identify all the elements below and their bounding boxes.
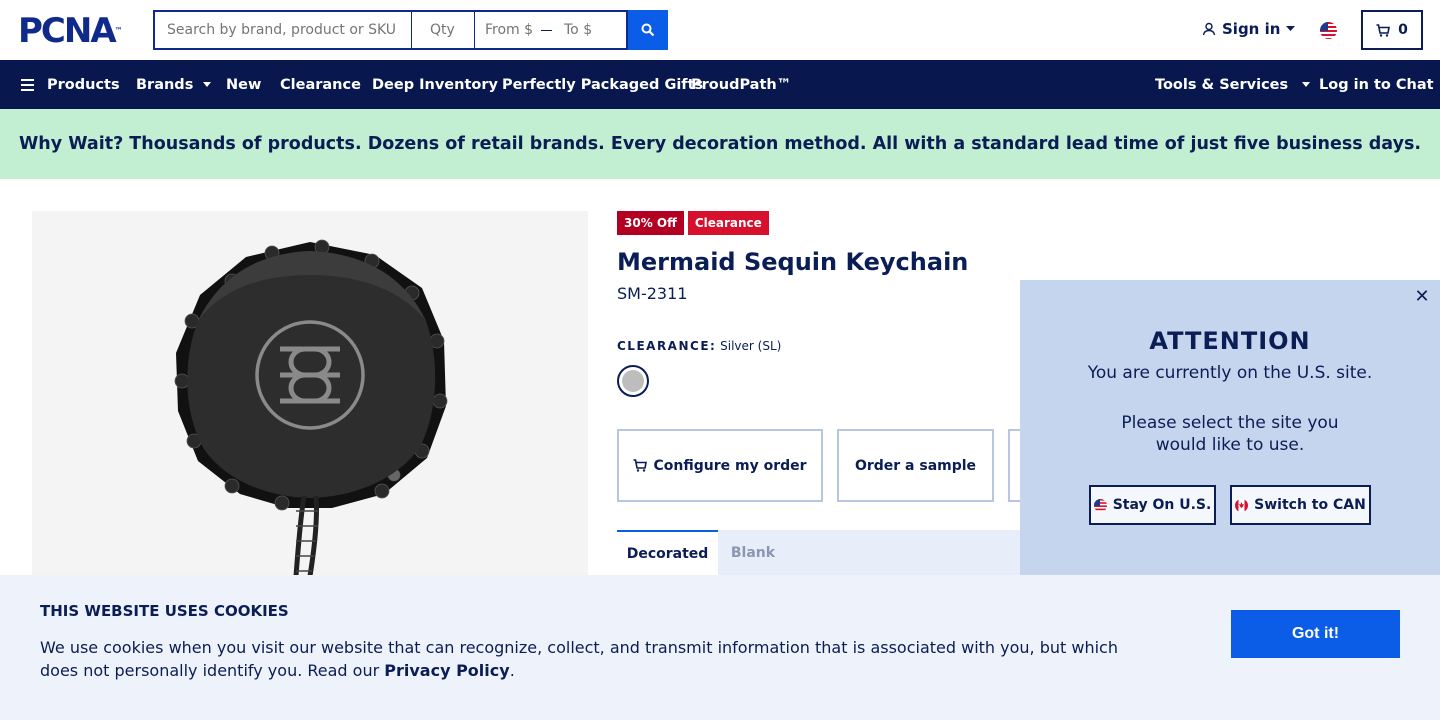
product-sku: SM-2311 — [617, 284, 688, 303]
cookie-banner: THIS WEBSITE USES COOKIES We use cookies… — [0, 575, 1440, 720]
cart-button[interactable]: 0 — [1361, 10, 1423, 50]
pcna-logo[interactable]: PCNA™ — [18, 14, 123, 48]
price-to-input[interactable] — [564, 22, 616, 38]
configure-order-label: Configure my order — [653, 457, 807, 474]
cart-icon — [1376, 23, 1391, 37]
modal-title: ATTENTION — [1149, 327, 1311, 355]
modal-instruction: Please select the site you would like to… — [1121, 413, 1339, 455]
color-swatch-silver[interactable] — [617, 365, 649, 397]
nav-clearance[interactable]: Clearance — [280, 60, 361, 109]
discount-badge: 30% Off — [617, 211, 684, 235]
nav-brands-label: Brands — [136, 76, 194, 93]
nav-new-label: New — [226, 76, 262, 93]
color-label: CLEARANCE: Silver (SL) — [617, 339, 781, 353]
caret-down-icon — [1286, 26, 1296, 31]
order-sample-label: Order a sample — [854, 457, 977, 474]
nav-tools-label: Tools & Services — [1155, 76, 1289, 93]
caret-down-icon — [1302, 82, 1311, 87]
modal-current-site: You are currently on the U.S. site. — [1087, 363, 1373, 383]
qty-input[interactable] — [411, 10, 474, 50]
cart-icon — [633, 459, 648, 472]
nav-products[interactable]: Products — [21, 60, 120, 109]
tab-decorated-label: Decorated — [626, 545, 709, 562]
cart-count: 0 — [1398, 22, 1408, 38]
accept-cookies-button[interactable]: Got it! — [1231, 610, 1400, 658]
color-heading: CLEARANCE: — [617, 339, 717, 353]
nav-packaged-gifts[interactable]: Perfectly Packaged Gifts — [502, 60, 703, 109]
decoration-tabs: Decorated Blank — [617, 530, 1020, 575]
color-value: Silver (SL) — [720, 339, 782, 353]
clearance-badge: Clearance — [687, 211, 769, 235]
configure-order-button[interactable]: Configure my order — [617, 429, 823, 502]
nav-proudpath[interactable]: ProudPath™ — [691, 60, 791, 109]
stay-us-label: Stay On U.S. — [1112, 497, 1212, 513]
search-bar — [153, 10, 668, 50]
product-image[interactable] — [32, 211, 588, 611]
us-flag-icon[interactable] — [1320, 22, 1337, 39]
search-button[interactable] — [628, 10, 668, 50]
tab-blank[interactable]: Blank — [718, 530, 788, 575]
sign-in-label: Sign in — [1222, 20, 1281, 38]
site-header: PCNA™ Sign in — [0, 0, 1440, 60]
order-sample-button[interactable]: Order a sample — [837, 429, 994, 502]
promo-banner-text: Why Wait? Thousands of products. Dozens … — [18, 134, 1422, 154]
cookie-title: THIS WEBSITE USES COOKIES — [40, 602, 289, 620]
logo-tm: ™ — [114, 26, 123, 35]
price-dash — [541, 29, 552, 31]
caret-down-icon — [203, 82, 212, 87]
promo-banner: Why Wait? Thousands of products. Dozens … — [0, 109, 1440, 179]
canada-flag-icon — [1235, 498, 1249, 512]
close-icon[interactable]: ✕ — [1414, 288, 1430, 306]
product-title: Mermaid Sequin Keychain — [617, 248, 969, 276]
logo-text: PCNA — [18, 11, 117, 51]
nav-products-label: Products — [47, 76, 120, 93]
nav-brands[interactable]: Brands — [136, 60, 212, 109]
user-icon — [1202, 22, 1216, 36]
nav-tools-services[interactable]: Tools & Services — [1155, 60, 1311, 109]
search-input[interactable] — [153, 10, 411, 50]
main-nav: Products Brands New Clearance Deep Inven… — [0, 60, 1440, 109]
nav-proudpath-label: ProudPath™ — [691, 76, 792, 93]
swatch-fill — [622, 370, 644, 392]
nav-deep-inventory[interactable]: Deep Inventory — [372, 60, 498, 109]
nav-clearance-label: Clearance — [280, 76, 361, 93]
privacy-policy-link[interactable]: Privacy Policy — [384, 661, 509, 680]
cookie-text: We use cookies when you visit our websit… — [40, 636, 1140, 682]
tab-blank-label: Blank — [730, 544, 776, 561]
switch-can-button[interactable]: Switch to CAN — [1230, 485, 1371, 525]
product-badges: 30% Off Clearance — [617, 211, 769, 235]
nav-deep-inventory-label: Deep Inventory — [372, 76, 498, 93]
stay-us-button[interactable]: Stay On U.S. — [1089, 485, 1216, 525]
region-select-modal: ✕ ATTENTION You are currently on the U.S… — [1020, 280, 1440, 575]
sign-in-menu[interactable]: Sign in — [1202, 20, 1296, 38]
nav-chat-label: Log in to Chat — [1319, 76, 1434, 93]
us-flag-icon — [1093, 498, 1107, 512]
price-from-input[interactable] — [485, 22, 537, 38]
cookie-body: We use cookies when you visit our websit… — [40, 638, 1118, 680]
nav-new[interactable]: New — [226, 60, 261, 109]
search-icon — [641, 23, 655, 37]
nav-login-chat[interactable]: Log in to Chat — [1319, 60, 1434, 109]
cookie-tail: . — [509, 661, 515, 680]
price-range — [474, 10, 628, 50]
hamburger-icon — [21, 78, 34, 91]
switch-can-label: Switch to CAN — [1254, 497, 1366, 513]
keychain-image — [174, 239, 448, 577]
nav-packaged-gifts-label: Perfectly Packaged Gifts — [502, 76, 704, 93]
tab-decorated[interactable]: Decorated — [617, 530, 718, 575]
